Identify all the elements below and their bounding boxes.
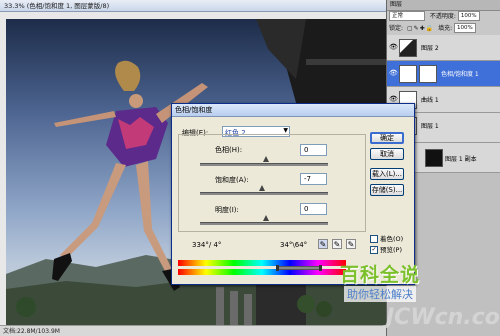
lock-label: 锁定: xyxy=(389,24,404,32)
adjustment-thumbnail xyxy=(399,65,417,83)
save-button[interactable]: 存储(S)... xyxy=(370,184,404,196)
bridge-beam xyxy=(306,59,386,65)
lightness-label: 明度(I): xyxy=(215,206,239,214)
hair xyxy=(115,60,141,91)
colorize-box[interactable] xyxy=(370,235,378,243)
lightness-input[interactable]: 0 xyxy=(300,203,327,215)
blend-opacity-row: 正常 不透明度: 100% xyxy=(387,11,500,21)
saturation-label: 饱和度(A): xyxy=(215,176,249,184)
colorize-label: 着色(O) xyxy=(380,235,404,243)
chevron-down-icon: ▼ xyxy=(283,127,288,134)
status-bar: 文档:22.8M/103.9M xyxy=(0,325,386,336)
fill-field[interactable]: 100% xyxy=(454,23,476,33)
tree-2 xyxy=(297,295,315,313)
layer-name: 色相/饱和度 1 xyxy=(441,71,479,78)
preview-label: 预览(P) xyxy=(380,246,402,254)
cancel-button[interactable]: 取消 xyxy=(370,148,404,160)
layer-mask-thumbnail xyxy=(419,65,437,83)
hue-label: 色相(H): xyxy=(215,146,243,154)
lock-fill-row: 锁定: ▢✎✚🔒 填充: 100% xyxy=(387,23,500,33)
opacity-field[interactable]: 100% xyxy=(457,11,480,21)
fill-label: 填充: xyxy=(438,24,453,32)
pillar-small-2 xyxy=(230,291,238,325)
photoshop-workspace: 33.3% (色相/饱和度 1, 图层蒙版/8) 文档:22.8M/103.9M… xyxy=(0,0,500,336)
preview-checkbox[interactable]: ✓ 预览(P) xyxy=(370,244,402,254)
lightness-slider-handle[interactable] xyxy=(263,215,269,221)
range-selector[interactable] xyxy=(276,266,322,270)
lightness-slider-track[interactable] xyxy=(200,222,328,225)
visibility-eye-icon[interactable]: 👁 xyxy=(389,95,398,103)
ok-button[interactable]: 确定 xyxy=(370,132,404,144)
range-left-readout: 334°/ 4° xyxy=(192,241,222,249)
hue-saturation-dialog: 色相/饱和度 编辑(E): 红色 2 ▼ 色相(H): 0 饱和度(A): -7… xyxy=(171,103,415,285)
watermark-subtitle: 助你轻松解决 xyxy=(344,286,416,302)
watermark-site: JCWcn.com xyxy=(386,305,500,330)
document-title[interactable]: 33.3% (色相/饱和度 1, 图层蒙版/8) xyxy=(0,0,386,12)
saturation-slider-track[interactable] xyxy=(200,192,328,195)
hue-input[interactable]: 0 xyxy=(300,144,327,156)
tree-3 xyxy=(316,301,332,317)
left-arm xyxy=(54,111,116,127)
pillar-small-1 xyxy=(216,287,224,325)
layer-name: 曲线 1 xyxy=(421,97,439,104)
eyedropper-icon[interactable]: ✎ xyxy=(318,239,328,249)
blend-mode-select[interactable]: 正常 xyxy=(389,11,425,21)
visibility-eye-icon[interactable]: 👁 xyxy=(389,69,398,77)
range-handle-left[interactable] xyxy=(276,265,279,271)
head xyxy=(129,94,143,108)
layer-thumbnail xyxy=(425,149,443,167)
saturation-slider-handle[interactable] xyxy=(259,185,265,191)
watermark-title: 百科全说 xyxy=(340,264,421,286)
eyedropper-minus-icon[interactable]: ✎ xyxy=(346,239,356,249)
layer-name: 图层 2 xyxy=(421,45,439,52)
dialog-title[interactable]: 色相/饱和度 xyxy=(172,104,414,117)
left-leg xyxy=(60,163,126,259)
layer-thumbnail xyxy=(399,39,417,57)
range-right-readout: 34°\64° xyxy=(280,241,308,249)
range-handle-right[interactable] xyxy=(319,265,322,271)
layer-name: 图层 1 xyxy=(421,123,439,130)
layer-row-selected[interactable]: 👁 色相/饱和度 1 xyxy=(387,61,500,87)
load-button[interactable]: 载入(L)... xyxy=(370,168,404,180)
visibility-eye-icon[interactable]: 👁 xyxy=(389,43,398,51)
layer-row[interactable]: 👁 图层 2 xyxy=(387,35,500,61)
hue-slider-track[interactable] xyxy=(200,163,328,166)
layers-tab[interactable]: 图层 xyxy=(387,0,500,11)
tree-1 xyxy=(16,297,36,317)
opacity-label: 不透明度: xyxy=(429,12,456,20)
adjustment-group xyxy=(178,134,366,232)
saturation-input[interactable]: -7 xyxy=(300,173,327,185)
lock-icons[interactable]: ▢✎✚🔒 xyxy=(407,25,434,32)
preview-box[interactable]: ✓ xyxy=(370,246,378,254)
layer-name: 图层 1 副本 xyxy=(445,156,477,163)
colorize-checkbox[interactable]: 着色(O) xyxy=(370,233,403,243)
eyedropper-plus-icon[interactable]: ✎ xyxy=(332,239,342,249)
hue-slider-handle[interactable] xyxy=(263,156,269,162)
pillar-small-3 xyxy=(244,294,252,325)
